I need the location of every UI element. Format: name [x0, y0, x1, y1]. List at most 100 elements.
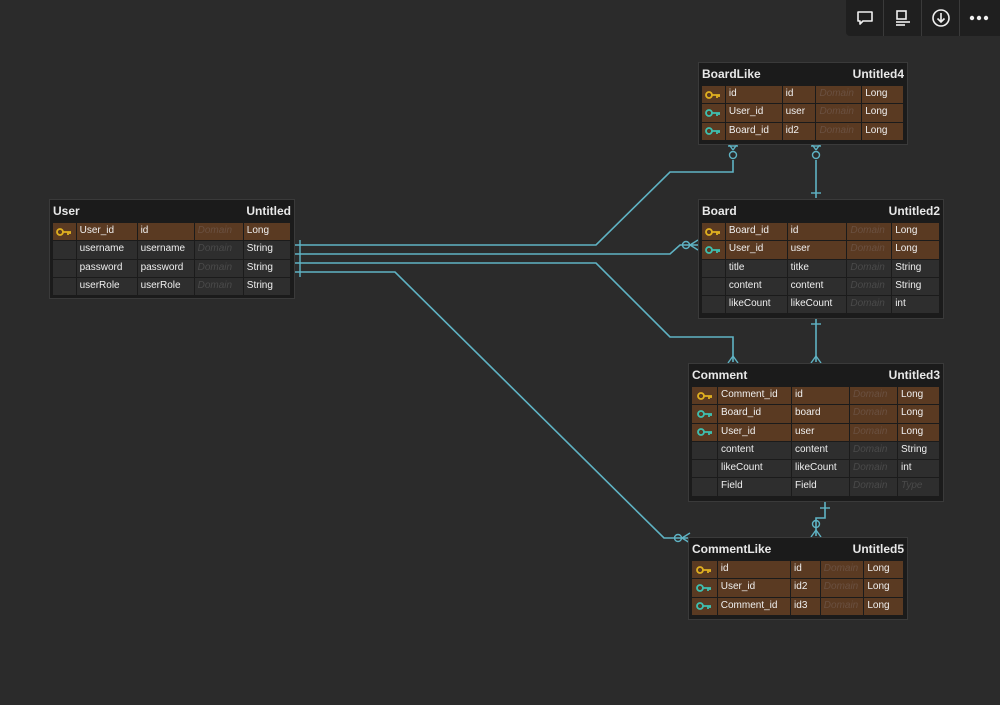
- table-row[interactable]: Comment_id id Domain Long: [692, 387, 940, 406]
- type-cell: Long: [892, 223, 940, 242]
- attribute-name: user: [787, 241, 848, 260]
- domain-cell: Domain: [816, 104, 863, 123]
- table-comment[interactable]: Comment Untitled3 Comment_id id Domain Long…: [688, 363, 944, 502]
- type-cell: Long: [862, 86, 905, 105]
- attribute-name: titke: [787, 259, 848, 278]
- column-name: password: [76, 259, 138, 278]
- table-header: User Untitled: [50, 200, 294, 221]
- foreign-key-icon: [696, 410, 712, 418]
- attribute-name: id2: [791, 579, 821, 598]
- domain-cell: Domain: [194, 277, 244, 297]
- column-name: Board_id: [725, 223, 788, 242]
- table-row[interactable]: Board_id board Domain Long: [692, 405, 940, 424]
- table-row[interactable]: title titke Domain String: [702, 259, 940, 278]
- table-row[interactable]: User_id user Domain Long: [692, 423, 940, 442]
- table-name: CommentLike: [692, 541, 772, 556]
- table-row[interactable]: likeCount likeCount Domain int: [692, 460, 940, 479]
- table-label: Untitled: [246, 203, 291, 218]
- table-header: BoardLike Untitled4: [699, 63, 907, 84]
- table-row[interactable]: Field Field Domain Type: [692, 478, 940, 497]
- type-cell: String: [243, 241, 292, 260]
- table-row[interactable]: likeCount likeCount Domain int: [702, 296, 940, 315]
- key-cell: [53, 223, 77, 242]
- table-row[interactable]: User_id id Domain Long: [53, 223, 292, 242]
- table-row[interactable]: password password Domain String: [53, 259, 292, 278]
- column-name: likeCount: [718, 460, 792, 479]
- foreign-key-icon: [696, 602, 712, 611]
- table-row[interactable]: User_id user Domain Long: [702, 241, 940, 260]
- type-cell: Type: [898, 478, 940, 497]
- type-cell: String: [892, 277, 940, 297]
- key-cell: [692, 387, 718, 406]
- table-boardlike[interactable]: BoardLike Untitled4 id id Domain Long User_i…: [698, 62, 908, 145]
- column-name: id: [717, 561, 792, 580]
- table-row[interactable]: User_id user Domain Long: [702, 104, 905, 123]
- table-label: Untitled3: [888, 367, 940, 382]
- table-row[interactable]: User_id id2 Domain Long: [692, 579, 905, 598]
- column-name: content: [718, 441, 792, 461]
- attribute-name: id2: [782, 122, 817, 141]
- table-row[interactable]: Board_id id Domain Long: [702, 223, 940, 242]
- column-name: Comment_id: [717, 597, 792, 616]
- domain-cell: Domain: [847, 296, 893, 315]
- table-user[interactable]: User Untitled User_id id Domain Long usernam…: [49, 199, 295, 299]
- table-row[interactable]: Board_id id2 Domain Long: [702, 122, 905, 141]
- foreign-key-icon: [696, 428, 712, 437]
- type-cell: Long: [864, 561, 905, 580]
- attribute-name: userRole: [137, 277, 195, 297]
- foreign-key-icon: [705, 127, 721, 136]
- table-row[interactable]: content content Domain String: [702, 277, 940, 297]
- key-cell: [53, 277, 77, 297]
- domain-cell: Domain: [820, 561, 865, 580]
- domain-cell: Domain: [194, 259, 244, 278]
- type-cell: String: [898, 441, 940, 461]
- key-cell: [692, 423, 718, 442]
- column-name: Comment_id: [718, 387, 792, 406]
- attribute-name: password: [137, 259, 195, 278]
- foreign-key-icon: [705, 109, 721, 117]
- table-name: Board: [702, 203, 737, 218]
- key-cell: [702, 277, 726, 297]
- attribute-name: id: [791, 561, 821, 580]
- domain-cell: Domain: [850, 405, 898, 424]
- table-commentlike[interactable]: CommentLike Untitled5 id id Domain Long User…: [688, 537, 908, 620]
- domain-cell: Domain: [850, 387, 898, 406]
- table-row[interactable]: id id Domain Long: [702, 86, 905, 105]
- domain-cell: Domain: [847, 259, 893, 278]
- column-name: Field: [718, 478, 792, 497]
- type-cell: Long: [898, 405, 940, 424]
- table-row[interactable]: userRole userRole Domain String: [53, 277, 292, 297]
- column-name: userRole: [76, 277, 138, 297]
- key-cell: [702, 86, 726, 105]
- table-row[interactable]: Comment_id id3 Domain Long: [692, 597, 905, 616]
- table-row[interactable]: id id Domain Long: [692, 561, 905, 580]
- attribute-name: id: [792, 387, 850, 406]
- type-cell: Long: [862, 122, 905, 141]
- foreign-key-icon: [696, 584, 712, 592]
- domain-cell: Domain: [847, 277, 893, 297]
- relation-user-comment: [294, 262, 734, 362]
- primary-key-icon: [56, 227, 72, 236]
- key-cell: [692, 478, 718, 497]
- column-name: User_id: [718, 423, 792, 442]
- column-name: User_id: [76, 223, 138, 242]
- domain-cell: Domain: [850, 478, 898, 497]
- type-cell: Long: [243, 223, 292, 242]
- attribute-name: likeCount: [792, 460, 850, 479]
- table-board[interactable]: Board Untitled2 Board_id id Domain Long User…: [698, 199, 944, 319]
- table-header: Comment Untitled3: [689, 364, 943, 385]
- column-name: likeCount: [725, 296, 788, 315]
- attribute-name: id: [137, 223, 195, 242]
- domain-cell: Domain: [847, 223, 893, 242]
- table-row[interactable]: username username Domain String: [53, 241, 292, 260]
- key-cell: [702, 241, 726, 260]
- key-cell: [692, 460, 718, 479]
- type-cell: Long: [898, 423, 940, 442]
- key-cell: [53, 241, 77, 260]
- key-cell: [692, 561, 718, 580]
- column-name: username: [76, 241, 138, 260]
- column-name: Board_id: [725, 122, 783, 141]
- table-row[interactable]: content content Domain String: [692, 441, 940, 461]
- primary-key-icon: [696, 391, 712, 400]
- key-cell: [702, 104, 726, 123]
